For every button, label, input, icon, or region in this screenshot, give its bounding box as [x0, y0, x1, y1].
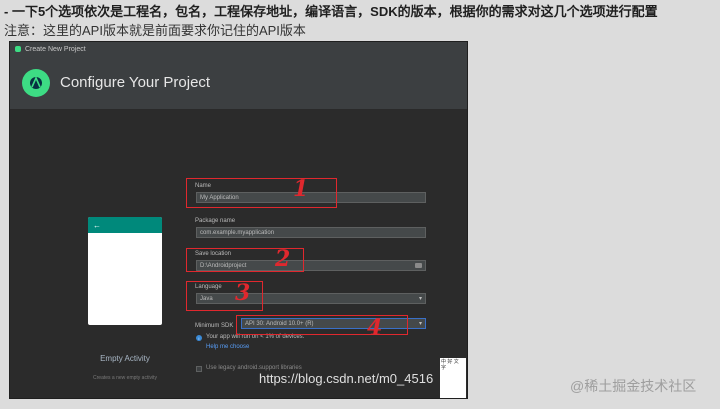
folder-icon[interactable]	[415, 263, 422, 268]
annotation-number-1: 1	[293, 176, 309, 202]
min-sdk-label: Minimum SDK	[195, 323, 234, 329]
template-description: Creates a new empty activity	[93, 375, 157, 381]
csdn-watermark: https://blog.csdn.net/m0_4516	[259, 371, 434, 386]
package-label: Package name	[195, 218, 236, 224]
chevron-down-icon: ▾	[418, 321, 422, 327]
annotation-number-4: 4	[367, 315, 383, 341]
caption: - 一下5个选项依次是工程名，包名，工程保存地址，编译语言，SDK的版本，根据你…	[4, 2, 716, 40]
dialog-body: ← Empty Activity Creates a new empty act…	[10, 110, 467, 398]
android-studio-logo-icon	[22, 68, 50, 97]
juejin-watermark: @稀土掘金技术社区	[570, 378, 697, 394]
window-title: Create New Project	[25, 45, 86, 53]
info-icon: i	[196, 335, 202, 341]
caption-line-2: 注意：这里的API版本就是前面要求你记住的API版本	[4, 23, 306, 38]
window-titlebar: Create New Project	[10, 42, 467, 56]
package-name-field[interactable]: com.example.myapplication	[196, 227, 426, 238]
annotation-number-2: 2	[275, 246, 291, 272]
annotation-box-1	[186, 178, 337, 208]
legacy-support-checkbox[interactable]	[196, 366, 202, 372]
template-preview: ←	[88, 217, 162, 325]
annotation-number-3: 3	[235, 280, 251, 306]
android-studio-icon	[15, 46, 21, 52]
dialog-header: Configure Your Project	[10, 56, 467, 110]
caption-line-1: - 一下5个选项依次是工程名，包名，工程保存地址，编译语言，SDK的版本，根据你…	[4, 4, 658, 19]
qr-code-watermark: 中 好 文 字	[440, 358, 466, 398]
template-name: Empty Activity	[100, 354, 150, 363]
template-appbar: ←	[88, 217, 162, 233]
create-project-dialog: Create New Project Configure Your Projec…	[9, 41, 468, 399]
back-arrow-icon: ←	[93, 220, 101, 230]
page-title: Configure Your Project	[60, 74, 211, 91]
help-me-choose-link[interactable]: Help me choose	[206, 344, 249, 350]
chevron-down-icon: ▾	[418, 296, 422, 302]
annotation-box-3	[186, 281, 263, 311]
